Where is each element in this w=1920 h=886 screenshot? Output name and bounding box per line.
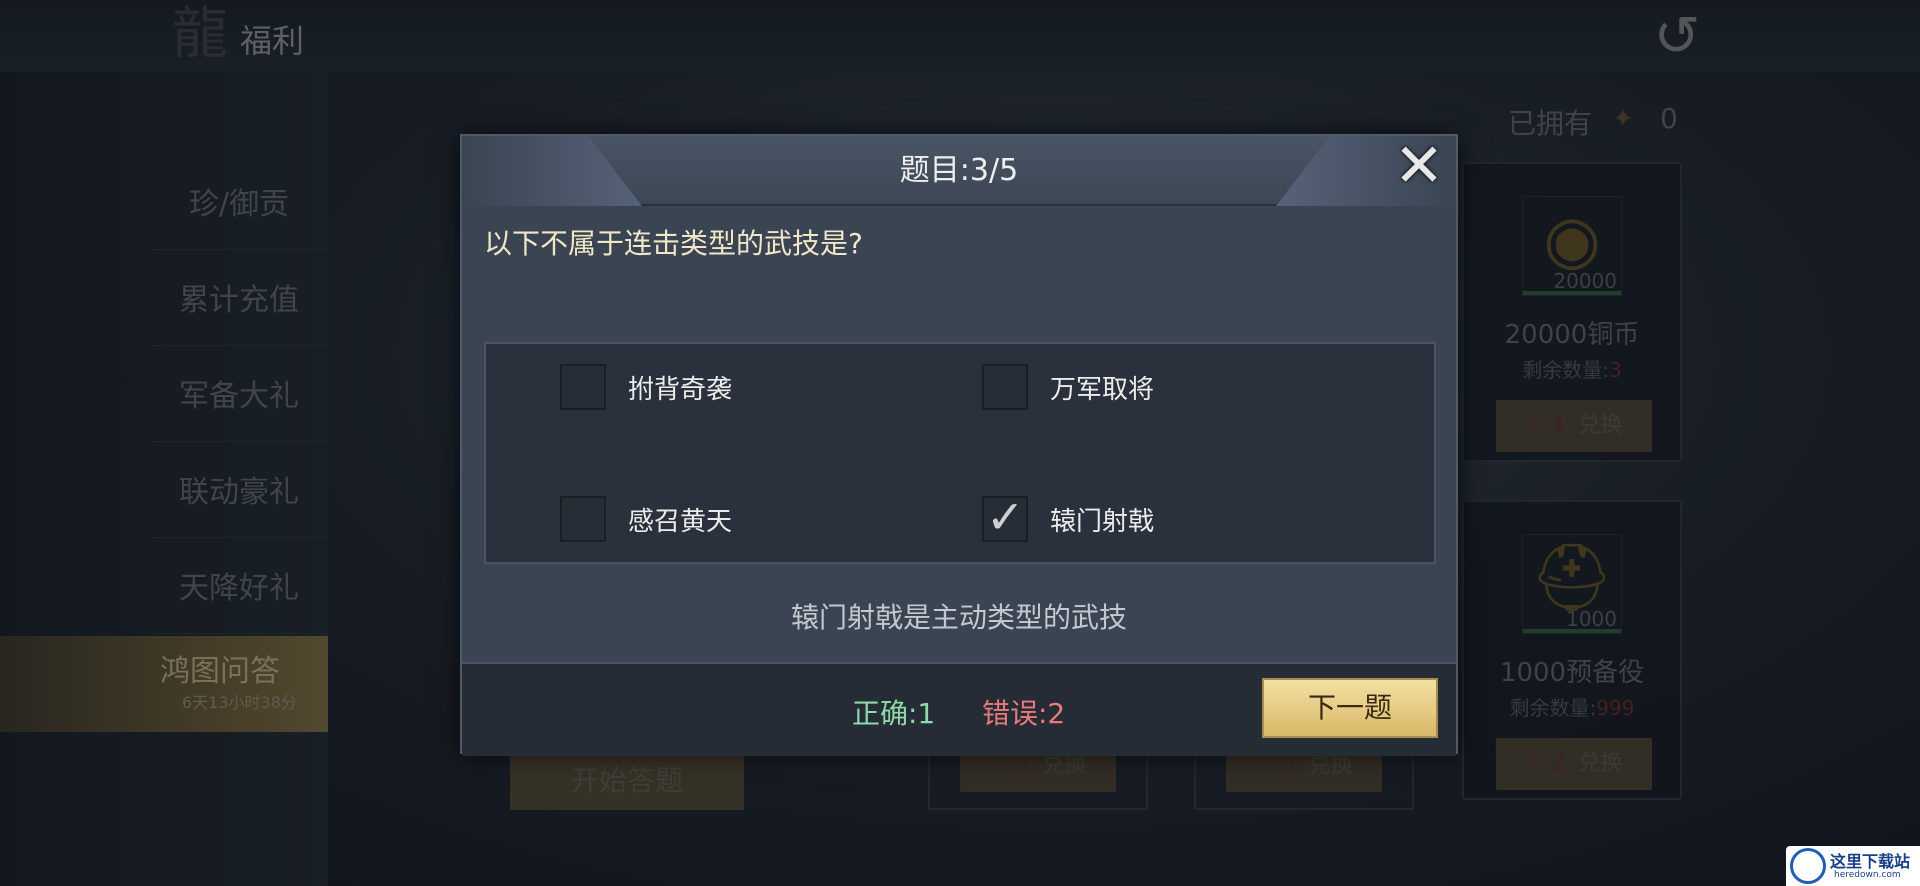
option-label: 感召黄天	[628, 506, 733, 537]
wrong-count: 错误:2	[982, 697, 1066, 730]
watermark-icon	[1790, 848, 1826, 884]
close-button[interactable]: ✕	[1388, 136, 1450, 198]
close-icon: ✕	[1393, 131, 1445, 201]
options-panel: 拊背奇袭 万军取将 感召黄天 ✓ 辕门射戟	[484, 342, 1436, 564]
question-text: 以下不属于连击类型的武技是?	[484, 227, 863, 260]
answer-explanation: 辕门射戟是主动类型的武技	[790, 601, 1127, 634]
option-label: 辕门射戟	[1050, 506, 1155, 537]
watermark-url: heredown.com	[1834, 870, 1901, 880]
option-checkbox[interactable]: ✓	[982, 490, 1028, 544]
option-1[interactable]: 拊背奇袭	[560, 364, 732, 410]
modal-header: 题目:3/5 ✕	[462, 136, 1456, 206]
option-label: 万军取将	[1050, 374, 1155, 405]
next-question-button[interactable]: 下一题	[1262, 678, 1438, 738]
option-4[interactable]: ✓ 辕门射戟	[982, 490, 1155, 544]
correct-count: 正确:1	[852, 697, 936, 730]
question-counter: 题目:3/5	[899, 153, 1019, 188]
option-3[interactable]: 感召黄天	[560, 496, 732, 542]
option-checkbox[interactable]	[560, 496, 606, 542]
watermark-logo: 这里下载站 heredown.com	[1786, 846, 1920, 886]
option-checkbox[interactable]	[982, 364, 1028, 410]
modal-footer: 正确:1 错误:2 下一题	[462, 662, 1456, 756]
quiz-modal: 题目:3/5 ✕ 以下不属于连击类型的武技是? 拊背奇袭 万军取将 感召黄天 ✓…	[460, 134, 1458, 756]
watermark-title: 这里下载站	[1830, 852, 1911, 871]
option-checkbox[interactable]	[560, 364, 606, 410]
option-2[interactable]: 万军取将	[982, 364, 1154, 410]
option-label: 拊背奇袭	[628, 374, 733, 405]
checkmark-icon: ✓	[986, 490, 1025, 544]
